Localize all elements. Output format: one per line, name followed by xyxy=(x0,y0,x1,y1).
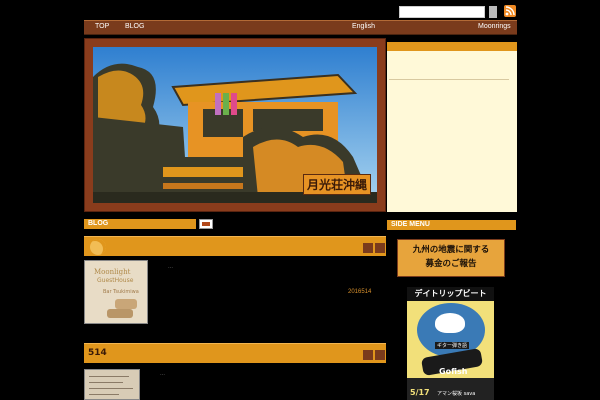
post-marker-icon xyxy=(363,350,373,360)
post-excerpt: … xyxy=(160,371,165,377)
post-excerpt: … xyxy=(168,264,173,270)
event-poster[interactable]: デイトリップビート ギター弾き語 Gofish 5/17 アマン桜坂 sava xyxy=(407,287,494,400)
side-menu-header: SIDE MENU xyxy=(387,220,516,230)
blog-section-header: BLOG xyxy=(84,219,196,229)
post-marker-icon xyxy=(375,243,385,253)
cat-illustration xyxy=(107,309,133,318)
cat-illustration xyxy=(115,299,137,309)
search-button[interactable] xyxy=(489,6,497,18)
header-title: 月光荘沖縄 xyxy=(302,174,371,195)
panel-divider xyxy=(389,79,509,80)
donation-report-banner[interactable]: 九州の地震に関する 募金のご報告 xyxy=(397,239,505,277)
post-title-bar[interactable]: 514 xyxy=(84,343,386,363)
post-thumbnail[interactable]: Moonlight GuestHouse Bar Tsukimiwa xyxy=(84,260,148,324)
post-title-bar[interactable] xyxy=(84,236,386,256)
nav-english-link[interactable]: English xyxy=(352,23,375,30)
header-image[interactable]: 月光荘沖縄 xyxy=(93,47,377,203)
post-date: 2016514 xyxy=(348,289,372,295)
nav-top-link[interactable]: TOP xyxy=(95,23,109,30)
nav-moonrings-link[interactable]: Moonrings xyxy=(478,23,511,30)
post-marker-icon xyxy=(375,350,385,360)
moon-icon xyxy=(90,239,106,255)
post-thumbnail[interactable] xyxy=(84,369,140,400)
search-input[interactable] xyxy=(399,6,485,18)
rss-icon[interactable] xyxy=(504,5,516,17)
post-marker-icon xyxy=(363,243,373,253)
main-nav: TOP BLOG English Moonrings xyxy=(84,20,517,35)
header-image-frame: 月光荘沖縄 xyxy=(84,38,386,212)
header-side-panel xyxy=(387,42,517,212)
panel-top-bar xyxy=(387,42,517,51)
blog-thumbnail-icon[interactable] xyxy=(199,219,213,229)
nav-blog-link[interactable]: BLOG xyxy=(125,23,144,30)
